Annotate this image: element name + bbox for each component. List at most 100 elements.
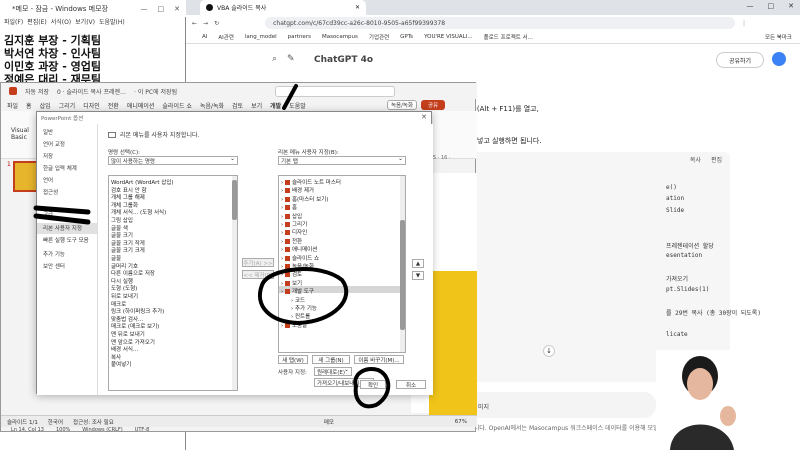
menu-format[interactable]: 서식(O) [51, 17, 71, 28]
ribbon-tree-item[interactable]: › 슬라이드 노트 마스터 [281, 178, 341, 186]
move-up-button[interactable]: ▲ [412, 259, 424, 268]
ribbon-tab[interactable]: 홈 [26, 101, 32, 110]
close-icon[interactable]: ✕ [174, 5, 180, 13]
ribbon-tree[interactable]: › 슬라이드 노트 마스터 › 배경 제거 › 홈(마스터 보기) › 홈 › 삽입 › … [278, 175, 406, 353]
ribbon-tab[interactable]: 파일 [7, 101, 18, 110]
nav-item[interactable]: 한글 입력 체계 [43, 164, 77, 172]
ribbon-tree-item[interactable]: › 컨트롤 [291, 312, 310, 320]
bookmark-item[interactable]: GPTs [400, 34, 413, 40]
maximize-icon[interactable]: □ [158, 5, 165, 13]
nav-item[interactable]: 언어 교정 [43, 140, 65, 148]
bookmark-item[interactable]: AI관련 [218, 33, 234, 41]
record-button[interactable]: 녹음/녹화 [387, 100, 417, 110]
ppt-search-input[interactable] [275, 85, 396, 97]
nav-item-customize-ribbon[interactable]: 리본 사용자 지정 [43, 224, 82, 232]
ribbon-tree-item[interactable]: › 배경 제거 [281, 186, 314, 194]
ribbon-tab[interactable]: 애니메이션 [127, 101, 155, 110]
reload-icon[interactable]: ↻ [214, 20, 219, 27]
bookmark-item[interactable]: lang_model [245, 34, 277, 40]
ribbon-tab[interactable]: 디자인 [83, 101, 100, 110]
move-down-button[interactable]: ▼ [412, 271, 424, 280]
checkbox-checked-icon[interactable] [284, 205, 290, 211]
avatar[interactable] [772, 52, 786, 66]
rename-button[interactable]: 이름 바꾸기(M)... [354, 355, 404, 364]
nav-item[interactable]: 저장 [43, 152, 53, 160]
checkbox-checked-icon[interactable] [284, 180, 290, 185]
checkbox-checked-icon[interactable] [284, 272, 290, 278]
checkbox-checked-icon[interactable] [284, 238, 290, 244]
ribbon-tree-item[interactable]: › 홈(마스터 보기) [281, 195, 328, 203]
search-icon[interactable]: ⌕ [272, 54, 277, 64]
ribbon-tab[interactable]: 도움말 [289, 101, 306, 110]
menu-help[interactable]: 도움말(H) [99, 17, 125, 28]
ribbon-tree-item[interactable]: › 추가 기능 [291, 304, 317, 312]
nav-item[interactable]: 추가 기능 [43, 250, 65, 258]
minimize-icon[interactable]: — [747, 2, 754, 10]
maximize-icon[interactable]: □ [768, 2, 775, 10]
extensions-icon[interactable]: ⋮ [741, 20, 747, 27]
checkbox-checked-icon[interactable] [284, 264, 290, 269]
zoom-level[interactable]: 67% [455, 419, 477, 425]
back-icon[interactable]: ← [192, 20, 197, 27]
forward-icon[interactable]: → [203, 20, 208, 27]
new-group-button[interactable]: 새 그룹(N) [312, 355, 350, 364]
checkbox-checked-icon[interactable] [284, 255, 290, 261]
ribbon-tab-developer[interactable]: 개발 [270, 101, 281, 110]
ribbon-tab[interactable]: 전환 [108, 101, 119, 110]
checkbox-checked-icon[interactable] [284, 289, 290, 295]
scrollbar[interactable] [400, 176, 405, 352]
menu-file[interactable]: 파일(F) [4, 17, 23, 28]
nav-item[interactable]: 일반 [43, 128, 53, 136]
ribbon-tree-item[interactable]: › 삽입 [281, 212, 302, 220]
nav-item[interactable]: 언어 [43, 176, 53, 184]
bookmark-item[interactable]: AI [202, 34, 207, 40]
ribbon-tree-item[interactable]: › 도움말 [281, 321, 307, 329]
accessibility-status[interactable]: 접근성: 조사 필요 [73, 418, 114, 426]
scrollbar[interactable] [232, 176, 237, 390]
nav-item[interactable]: 접근성 [43, 188, 58, 196]
ribbon-tab[interactable]: 슬라이드 쇼 [162, 101, 192, 110]
attach-label[interactable]: 미지 [478, 402, 489, 411]
ribbon-tree-item[interactable]: › 검토 [281, 270, 302, 278]
ribbon-select[interactable]: 기본 탭 [278, 156, 406, 165]
share-button[interactable]: 공유하기 [716, 52, 764, 68]
checkbox-checked-icon[interactable] [284, 322, 290, 328]
ribbon-tree-item[interactable]: › 홈 [281, 203, 297, 211]
ribbon-tree-item[interactable]: › 녹음/녹화 [281, 262, 314, 270]
bookmark-item[interactable]: 기업관련 [369, 33, 389, 41]
close-icon[interactable]: ✕ [788, 2, 794, 10]
ribbon-tab[interactable]: 녹음/녹화 [200, 101, 224, 110]
new-tab-button[interactable]: 새 탭(W) [278, 355, 308, 364]
bookmark-item[interactable]: Masocampus [322, 34, 358, 40]
menu-edit[interactable]: 편집(E) [27, 17, 47, 28]
edit-button[interactable]: 편집 [711, 155, 722, 164]
ribbon-tree-item[interactable]: › 보기 [281, 279, 302, 287]
ribbon-tree-item[interactable]: › 전환 [281, 237, 302, 245]
add-button[interactable]: 추가(A) >> [242, 258, 274, 267]
ribbon-tree-item[interactable]: › 그리기 [281, 220, 307, 228]
ribbon-tree-item[interactable]: › 코드 [291, 296, 305, 304]
commands-list[interactable]: WordArt (WordArt 삽입) 검호 표시 안 함 개체 그룹 해제 개체 … [108, 175, 238, 391]
ribbon-tab[interactable]: 그리기 [59, 101, 76, 110]
scroll-down-button[interactable]: ↓ [543, 345, 555, 357]
minimize-icon[interactable]: — [141, 5, 148, 13]
model-selector[interactable]: ChatGPT 4o [314, 55, 373, 65]
copy-button[interactable]: 복사 [690, 155, 701, 164]
ribbon-tree-item[interactable]: › 디자인 [281, 228, 307, 236]
menu-view[interactable]: 보기(V) [75, 17, 95, 28]
commands-select[interactable]: 많이 사용하는 명령 [108, 156, 238, 165]
tab-close-icon[interactable]: ✕ [355, 4, 366, 11]
checkbox-checked-icon[interactable] [284, 247, 290, 253]
language[interactable]: 한국어 [48, 418, 63, 426]
visual-basic-button[interactable]: Visual Basic [11, 127, 29, 141]
ok-button[interactable]: 확인 [360, 380, 386, 389]
tab-active[interactable]: VBA 슬라이드 복사 ✕ [200, 0, 366, 15]
command-item[interactable]: 붙여넣기 [111, 360, 131, 368]
nav-item[interactable]: 빠른 실행 도구 모음 [43, 236, 89, 244]
checkbox-checked-icon[interactable] [284, 188, 290, 194]
scrollbar-thumb[interactable] [400, 220, 405, 330]
ribbon-tree-item[interactable]: › 개발 도구 [281, 287, 314, 295]
ppt-share-button[interactable]: 공유 [421, 100, 445, 110]
checkbox-checked-icon[interactable] [284, 213, 290, 219]
nav-item[interactable]: 보안 센터 [43, 262, 65, 270]
